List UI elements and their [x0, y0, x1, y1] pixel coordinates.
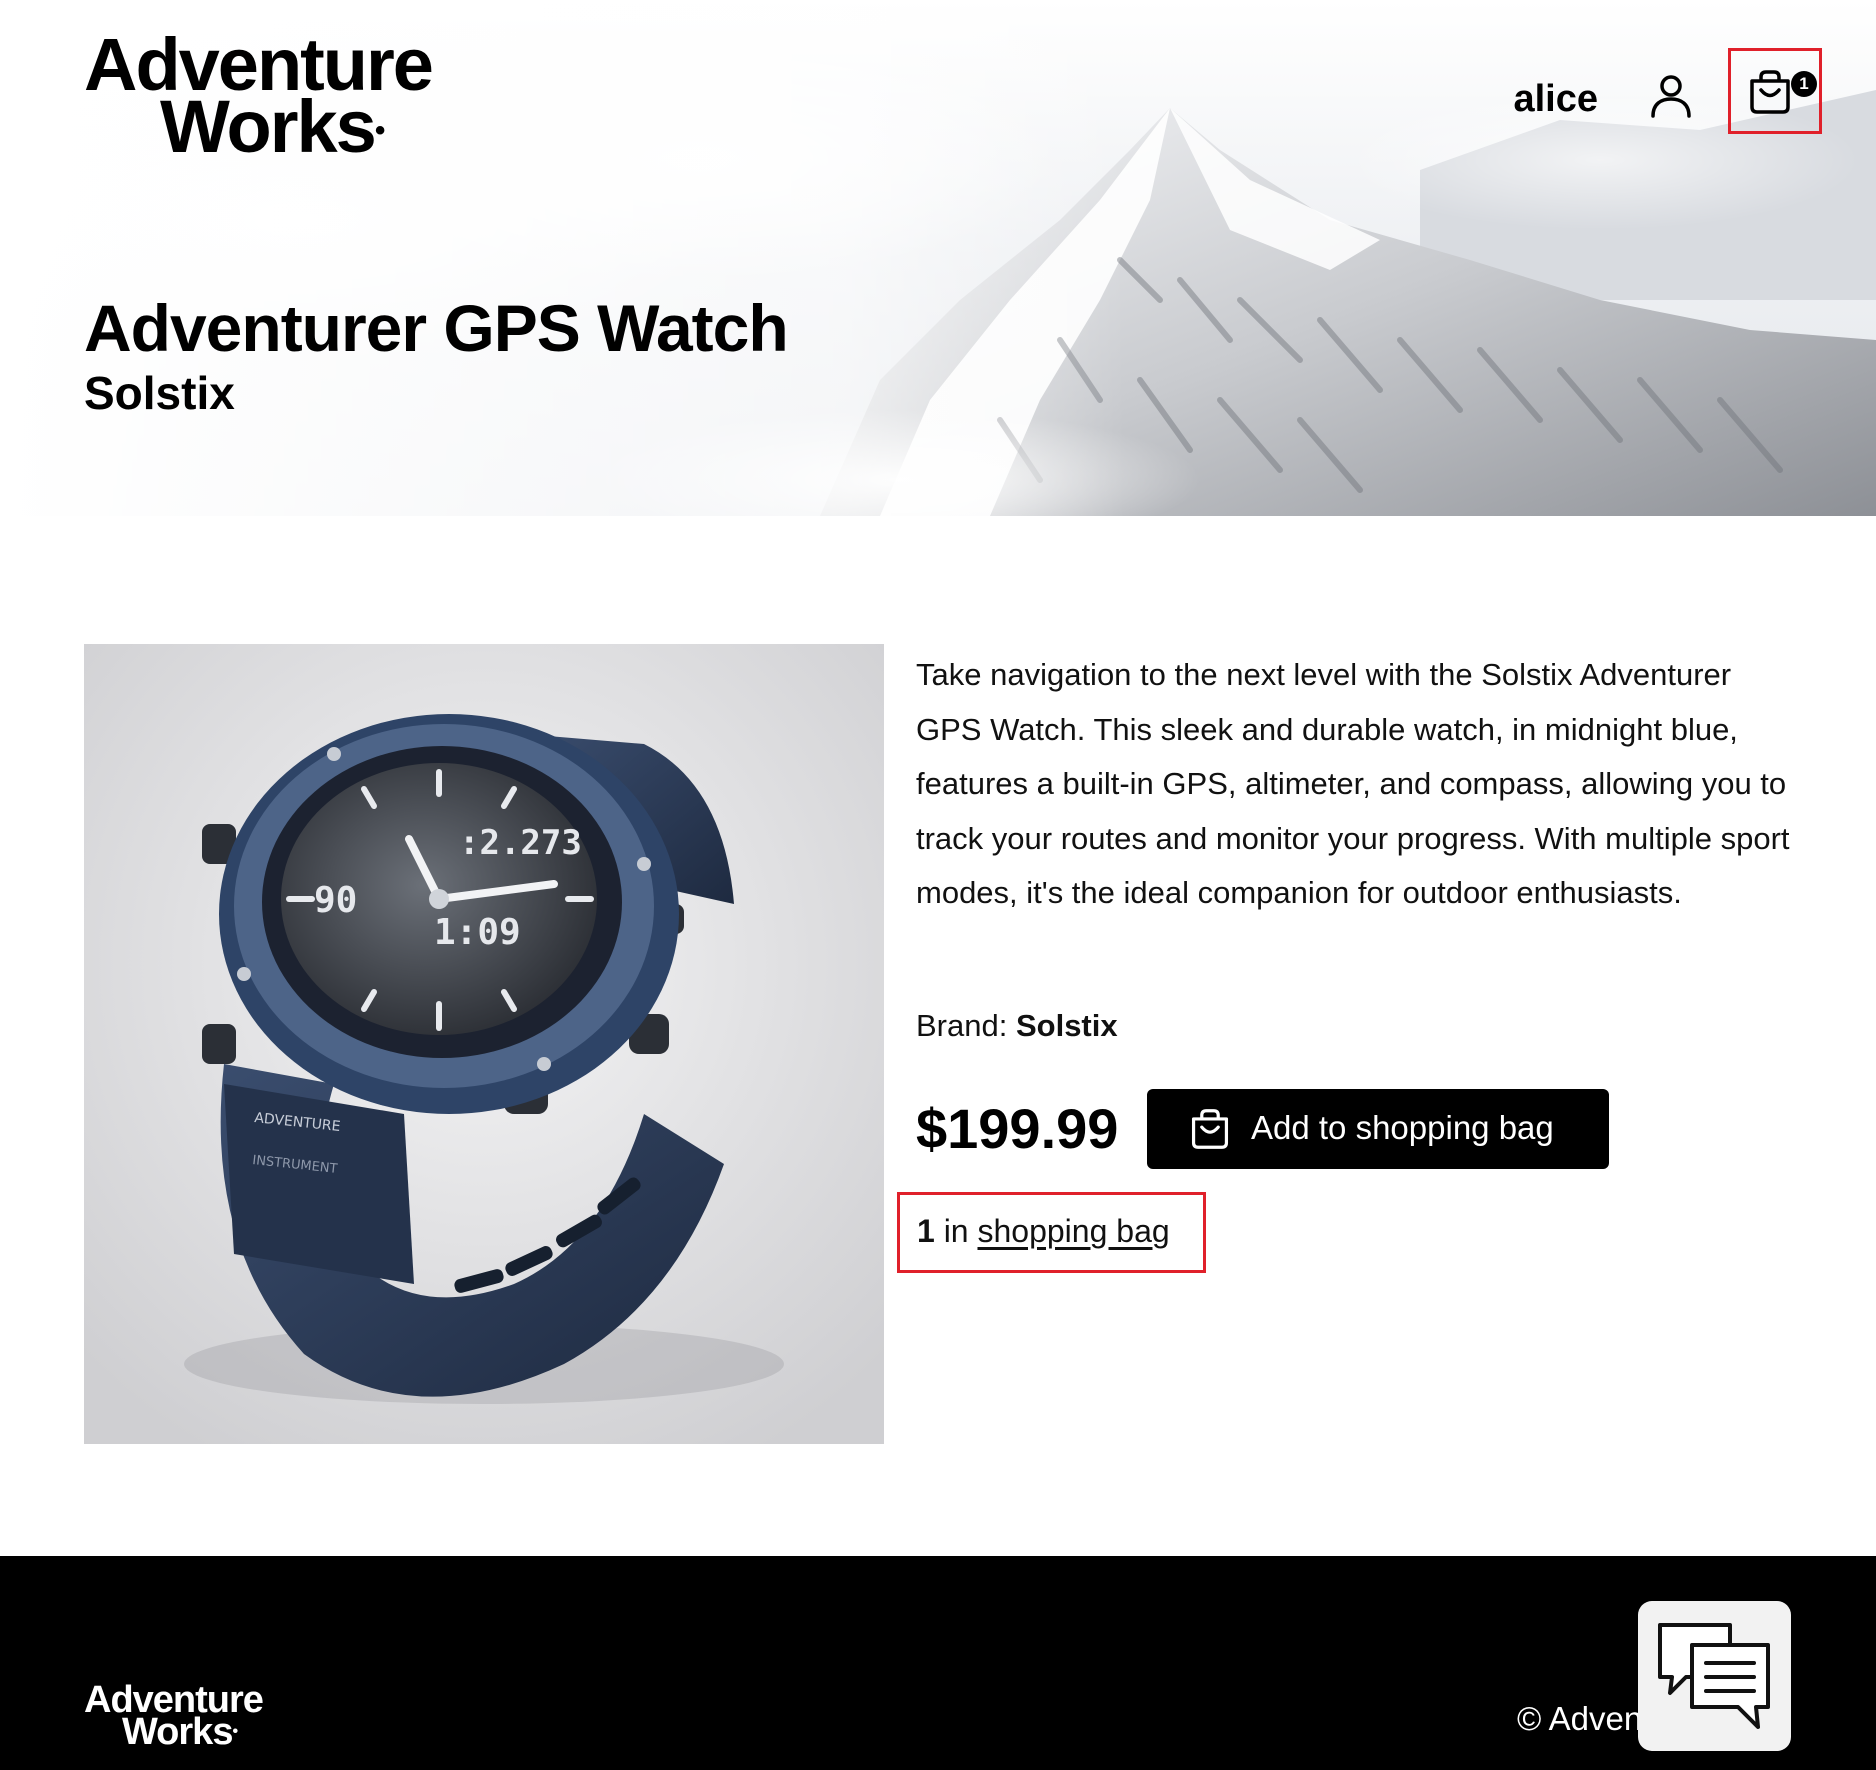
watch-illustration: ADVENTURE INSTRUMENT:2.273 90 1:09: [84, 644, 884, 1444]
footer-logo-dot: •: [232, 1723, 238, 1740]
logo-dot: •: [374, 114, 385, 147]
shopping-bag-link[interactable]: shopping bag: [977, 1213, 1169, 1249]
add-to-bag-button[interactable]: Add to shopping bag: [1147, 1089, 1609, 1169]
chat-button[interactable]: [1638, 1601, 1791, 1751]
site-logo[interactable]: Adventure Works•: [84, 28, 434, 164]
product-description: Take navigation to the next level with t…: [916, 657, 1790, 910]
watch-readout-mid: 1:09: [434, 912, 521, 953]
shopping-bag-icon: [1750, 70, 1790, 114]
logo-line2: Works: [160, 85, 377, 168]
user-icon[interactable]: [1650, 74, 1692, 118]
brand-label: Brand:: [916, 1008, 1008, 1043]
footer-logo-line2: Works: [122, 1711, 233, 1753]
watch-readout-top: :2.273: [459, 823, 582, 863]
username-label[interactable]: alice: [1513, 78, 1598, 121]
shopping-bag-button[interactable]: 1: [1728, 48, 1822, 134]
brand-line: Brand: Solstix: [916, 1008, 1118, 1044]
product-price: $199.99: [916, 1097, 1119, 1160]
watch-readout-left: 90: [314, 880, 357, 921]
footer-logo[interactable]: Adventure Works•: [84, 1681, 264, 1751]
site-footer: Adventure Works• © AdventureWorks: [0, 1556, 1876, 1770]
cart-count-badge: 1: [1791, 71, 1817, 97]
in-bag-status: 1 in shopping bag: [897, 1192, 1206, 1273]
add-to-bag-label: Add to shopping bag: [1251, 1109, 1554, 1146]
in-bag-count: 1: [917, 1213, 935, 1249]
brand-value: Solstix: [1015, 1008, 1118, 1043]
product-brand-subtitle: Solstix: [84, 367, 235, 419]
in-bag-text: in: [943, 1213, 969, 1249]
product-title: Adventurer GPS Watch: [84, 291, 789, 365]
chat-icon: [1658, 1623, 1770, 1729]
shopping-bag-icon: [1191, 1109, 1229, 1149]
hero-banner: Adventure Works• alice 1 Adventurer GPS …: [0, 0, 1876, 516]
product-image: ADVENTURE INSTRUMENT:2.273 90 1:09: [84, 644, 884, 1444]
